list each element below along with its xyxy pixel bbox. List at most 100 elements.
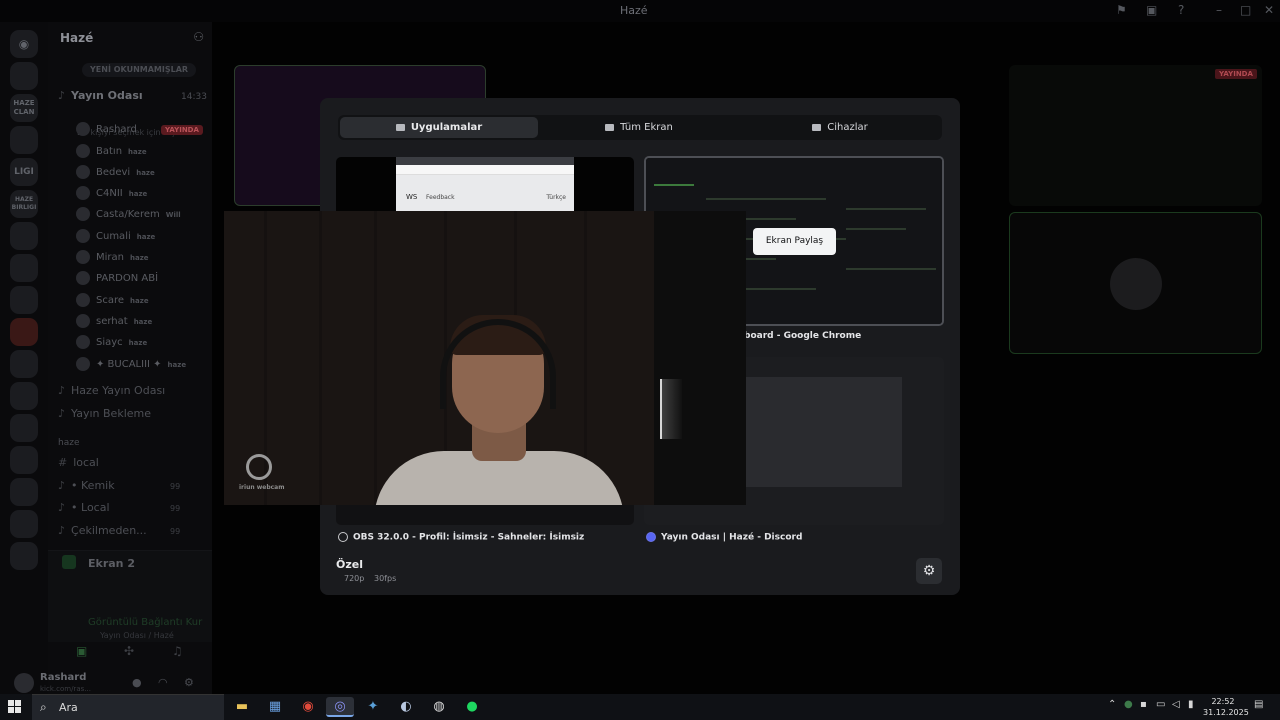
spotify-icon[interactable]: ●	[458, 697, 486, 717]
share-screen-tooltip[interactable]: Ekran Paylaş	[753, 228, 836, 255]
screen-name[interactable]: Ekran 2	[88, 557, 135, 570]
stream-tile[interactable]	[1009, 212, 1262, 354]
windows-start-icon[interactable]	[8, 700, 22, 714]
voice-member[interactable]: Casta/Kerem Will	[76, 205, 181, 225]
tray-app-icon[interactable]: ●	[1124, 699, 1133, 710]
user-avatar[interactable]	[14, 673, 34, 693]
source-tabs: Uygulamalar Tüm Ekran Cihazlar	[338, 115, 942, 140]
screen-share-icon	[62, 555, 76, 569]
calculator-icon[interactable]: ▦	[261, 697, 289, 717]
tab-tum-ekran[interactable]: Tüm Ekran	[540, 117, 738, 138]
chrome-icon[interactable]: ◉	[294, 697, 322, 717]
taskbar-search[interactable]: ⌕ Ara	[32, 694, 224, 720]
voice-member[interactable]: Cumali haze	[76, 227, 155, 247]
volume-icon[interactable]: ◁	[1172, 699, 1180, 710]
server-header[interactable]: Hazé ⚇	[48, 22, 212, 56]
add-member-icon[interactable]: ⚇	[193, 30, 204, 44]
server-icon[interactable]	[10, 350, 38, 378]
search-icon: ⌕	[40, 700, 47, 714]
server-icon[interactable]	[10, 286, 38, 314]
live-badge: YAYINDA	[1215, 69, 1257, 79]
channel-cekilmeden[interactable]: ♪ Çekilmeden...	[58, 521, 147, 541]
server-icon[interactable]	[10, 446, 38, 474]
user-name: Rashard	[40, 672, 87, 683]
network-icon[interactable]: ▭	[1156, 699, 1165, 710]
avatar	[76, 186, 90, 200]
quality-title: Özel	[336, 558, 363, 571]
inbox-icon[interactable]: ⚑	[1116, 3, 1127, 17]
screen-share-button-icon[interactable]: ▣	[76, 644, 87, 658]
server-icon[interactable]	[10, 510, 38, 538]
server-haze-birligi[interactable]: HAZE BIRLIGI	[10, 190, 38, 218]
channel-kemik[interactable]: ♪ • Kemik	[58, 476, 115, 496]
connection-status[interactable]: Görüntülü Bağlantı Kur	[88, 617, 202, 628]
text-channel-local[interactable]: # local	[58, 453, 99, 473]
help-icon[interactable]: ?	[1178, 3, 1184, 17]
tray-chevron-icon[interactable]: ⌃	[1108, 699, 1116, 710]
tool-icon[interactable]: ✦	[359, 697, 387, 717]
avatar	[76, 207, 90, 221]
close-icon[interactable]: ✕	[1264, 3, 1274, 17]
speaker-icon: ♪	[58, 501, 66, 514]
voice-time: 14:33	[181, 92, 207, 102]
maximize-icon[interactable]: □	[1240, 3, 1251, 17]
microphone-icon[interactable]: ▮	[1188, 699, 1194, 710]
voice-member[interactable]: Siayc haze	[76, 333, 147, 353]
voice-member[interactable]: Batın haze	[76, 142, 147, 162]
settings-button[interactable]: ⚙	[916, 558, 942, 584]
server-icon[interactable]	[10, 62, 38, 90]
discord-home-icon[interactable]: ◉	[10, 30, 38, 58]
count-badge: 99	[170, 482, 181, 491]
lamp	[660, 379, 682, 439]
voice-member[interactable]: PARDON ABİ	[76, 269, 158, 289]
avatar	[76, 229, 90, 243]
tray-app-icon[interactable]: ▪	[1140, 699, 1147, 710]
activities-icon[interactable]: ✣	[124, 644, 134, 658]
server-icon[interactable]	[10, 382, 38, 410]
system-clock[interactable]: 22:52 31.12.2025	[1203, 696, 1249, 718]
headphones-icon[interactable]: ◠	[158, 676, 168, 689]
window-icon[interactable]: ▣	[1146, 3, 1157, 17]
server-icon[interactable]	[10, 542, 38, 570]
settings-icon[interactable]: ⚙	[184, 676, 194, 689]
discord-icon	[646, 532, 656, 542]
server-ligi[interactable]: LIGI	[10, 158, 38, 186]
user-panel: Rashard kick.com/ras... ● ◠ ⚙	[14, 672, 212, 694]
channel-local[interactable]: ♪ • Local	[58, 498, 110, 518]
tab-cihazlar[interactable]: Cihazlar	[740, 117, 940, 138]
server-icon[interactable]	[10, 254, 38, 282]
voice-channel-haze-yayin[interactable]: ♪ Haze Yayın Odası	[58, 381, 165, 401]
obs-icon[interactable]: ◍	[425, 697, 453, 717]
steam-icon[interactable]: ◐	[392, 697, 420, 717]
server-icon[interactable]	[10, 126, 38, 154]
voice-member[interactable]: Bedevi haze	[76, 163, 155, 183]
minimize-icon[interactable]: –	[1216, 3, 1222, 17]
source-label-chrome: board - Google Chrome	[744, 331, 862, 341]
server-icon[interactable]	[10, 318, 38, 346]
voice-member[interactable]: C4NII haze	[76, 184, 147, 204]
server-icon[interactable]	[10, 478, 38, 506]
server-icon[interactable]	[10, 414, 38, 442]
wall	[654, 211, 746, 505]
file-explorer-icon[interactable]: ▬	[228, 697, 256, 717]
avatar	[76, 144, 90, 158]
discord-icon[interactable]: ◎	[326, 697, 354, 717]
stream-tile[interactable]	[1009, 65, 1262, 206]
microphone-icon[interactable]: ●	[132, 676, 142, 689]
voice-channel-yayin-odasi[interactable]: ♪ Yayın Odası	[58, 86, 143, 106]
voice-member[interactable]: serhat haze	[76, 312, 152, 332]
server-haze-clan[interactable]: HAZE CLAN	[10, 94, 38, 122]
server-icon[interactable]	[10, 222, 38, 250]
category-haze[interactable]: haze	[58, 438, 79, 448]
voice-controls: ▣ ✣ ♫	[48, 644, 212, 666]
voice-member[interactable]: Scare haze	[76, 291, 149, 311]
voice-member[interactable]: Rashard	[76, 120, 137, 140]
tab-uygulamalar[interactable]: Uygulamalar	[340, 117, 538, 138]
voice-member[interactable]: Miran haze	[76, 248, 149, 268]
voice-channel-yayin-bekleme[interactable]: ♪ Yayın Bekleme	[58, 404, 151, 424]
soundboard-icon[interactable]: ♫	[172, 644, 183, 658]
clock-time: 22:52	[1211, 697, 1235, 706]
unread-pill[interactable]: YENİ OKUNMAMIŞLAR	[82, 63, 197, 77]
voice-member[interactable]: ✦ BUCALIII ✦ haze	[76, 355, 186, 375]
notifications-icon[interactable]: ▤	[1254, 699, 1263, 710]
